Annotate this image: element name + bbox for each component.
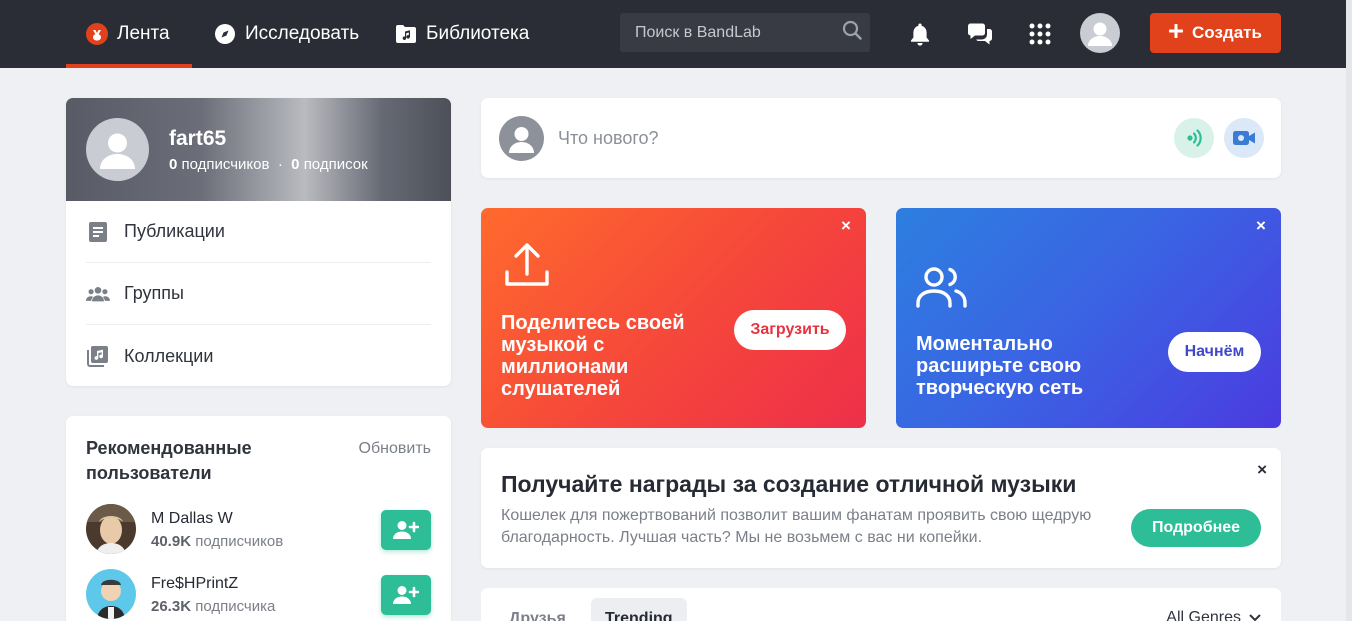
feed-tabs-bar: Друзья Trending All Genres	[481, 588, 1281, 621]
user-followers: 26.3K подписчика	[151, 598, 276, 615]
followers-label[interactable]: подписчиков	[182, 156, 270, 173]
nav-tab-explore[interactable]: Исследовать	[214, 0, 359, 68]
followers-count[interactable]: 0	[169, 156, 177, 173]
network-promo-text: Моментально расширьте свою творческую се…	[916, 333, 1084, 399]
post-composer	[481, 98, 1281, 178]
recommended-user-row: Fre$HPrintZ 26.3K подписчика	[86, 569, 431, 621]
close-icon[interactable]: ×	[1257, 460, 1267, 480]
start-button[interactable]: Начнём	[1168, 332, 1261, 372]
upload-button[interactable]: Загрузить	[734, 310, 846, 350]
menu-item-label: Публикации	[124, 221, 225, 241]
chat-icon[interactable]	[965, 19, 995, 49]
tab-friends[interactable]: Друзья	[495, 598, 580, 621]
network-promo-card: × Моментально расширьте свою творческую …	[896, 208, 1281, 428]
nav-library-label: Библиотека	[426, 23, 530, 44]
bell-icon[interactable]	[905, 19, 935, 49]
profile-stats: 0 подписчиков · 0 подписок	[169, 156, 368, 173]
user-avatar[interactable]	[86, 569, 136, 619]
composer-avatar	[499, 116, 544, 161]
profile-avatar[interactable]	[86, 118, 149, 181]
user-avatar[interactable]	[86, 504, 136, 554]
profile-username[interactable]: fart65	[169, 127, 226, 151]
nav-tab-feed[interactable]: Лента	[66, 0, 192, 68]
nav-tab-library[interactable]: Библиотека	[395, 0, 529, 68]
user-silhouette-icon	[1088, 22, 1112, 46]
menu-item-posts[interactable]: Публикации	[86, 201, 431, 263]
menu-item-label: Коллекции	[124, 345, 214, 366]
user-name[interactable]: Fre$HPrintZ	[151, 575, 238, 593]
recommended-users-card: Рекомендованные пользователи Обновить M …	[66, 416, 451, 621]
tab-trending[interactable]: Trending	[591, 598, 687, 621]
create-button[interactable]: Создать	[1150, 13, 1281, 53]
audio-post-button[interactable]	[1174, 118, 1214, 158]
genre-dropdown[interactable]: All Genres	[1166, 609, 1261, 621]
collections-icon	[86, 344, 110, 368]
nav-feed-label: Лента	[117, 23, 170, 44]
search-input[interactable]	[635, 23, 842, 42]
close-icon[interactable]: ×	[1253, 217, 1269, 234]
audio-waves-icon	[1187, 129, 1202, 147]
chevron-down-icon	[1249, 609, 1261, 621]
apps-grid-icon[interactable]	[1025, 19, 1055, 49]
menu-item-groups[interactable]: Группы	[86, 263, 431, 325]
user-avatar-menu[interactable]	[1080, 13, 1120, 53]
upload-promo-text: Поделитесь своей музыкой с миллионами сл…	[501, 312, 685, 400]
following-count[interactable]: 0	[291, 156, 299, 173]
user-silhouette-icon	[509, 127, 534, 153]
refresh-button[interactable]: Обновить	[359, 440, 431, 458]
add-user-icon	[393, 521, 419, 539]
rewards-description: Кошелек для пожертвований позволит вашим…	[501, 507, 1092, 546]
rewards-title: Получайте награды за создание отличной м…	[501, 471, 1077, 497]
genre-label: All Genres	[1166, 609, 1241, 621]
users-icon	[916, 260, 972, 316]
search-icon[interactable]	[842, 20, 862, 45]
groups-icon	[86, 282, 110, 306]
video-camera-icon	[1233, 131, 1255, 145]
upload-icon	[501, 238, 557, 294]
profile-card: fart65 0 подписчиков · 0 подписок Публик…	[66, 98, 451, 386]
rewards-banner: Получайте награды за создание отличной м…	[481, 448, 1281, 568]
follow-button[interactable]	[381, 575, 431, 615]
following-label[interactable]: подписок	[304, 156, 368, 173]
user-followers: 40.9K подписчиков	[151, 533, 284, 550]
user-name[interactable]: M Dallas W	[151, 510, 233, 528]
close-icon[interactable]: ×	[838, 217, 854, 234]
top-navigation-bar: Лента Исследовать Библиотека Создать	[0, 0, 1352, 68]
user-silhouette-icon	[100, 133, 135, 169]
whats-new-input[interactable]	[558, 126, 1118, 150]
bandlab-logo-icon	[86, 23, 108, 45]
follow-button[interactable]	[381, 510, 431, 550]
menu-item-label: Группы	[124, 283, 184, 303]
recommended-user-row: M Dallas W 40.9K подписчиков	[86, 504, 431, 556]
add-user-icon	[393, 586, 419, 604]
recommended-title: Рекомендованные пользователи	[86, 438, 252, 483]
scrollbar-track[interactable]	[1346, 0, 1352, 621]
posts-icon	[86, 220, 110, 244]
create-button-label: Создать	[1192, 23, 1262, 42]
video-post-button[interactable]	[1224, 118, 1264, 158]
nav-explore-label: Исследовать	[245, 23, 360, 44]
menu-item-collections[interactable]: Коллекции	[86, 325, 431, 386]
compass-icon	[214, 23, 236, 45]
search-box	[620, 13, 870, 52]
plus-icon	[1168, 23, 1184, 43]
upload-promo-card: × Поделитесь своей музыкой с миллионами …	[481, 208, 866, 428]
music-folder-icon	[395, 23, 417, 45]
learn-more-button[interactable]: Подробнее	[1131, 509, 1261, 547]
profile-header: fart65 0 подписчиков · 0 подписок	[66, 98, 451, 201]
